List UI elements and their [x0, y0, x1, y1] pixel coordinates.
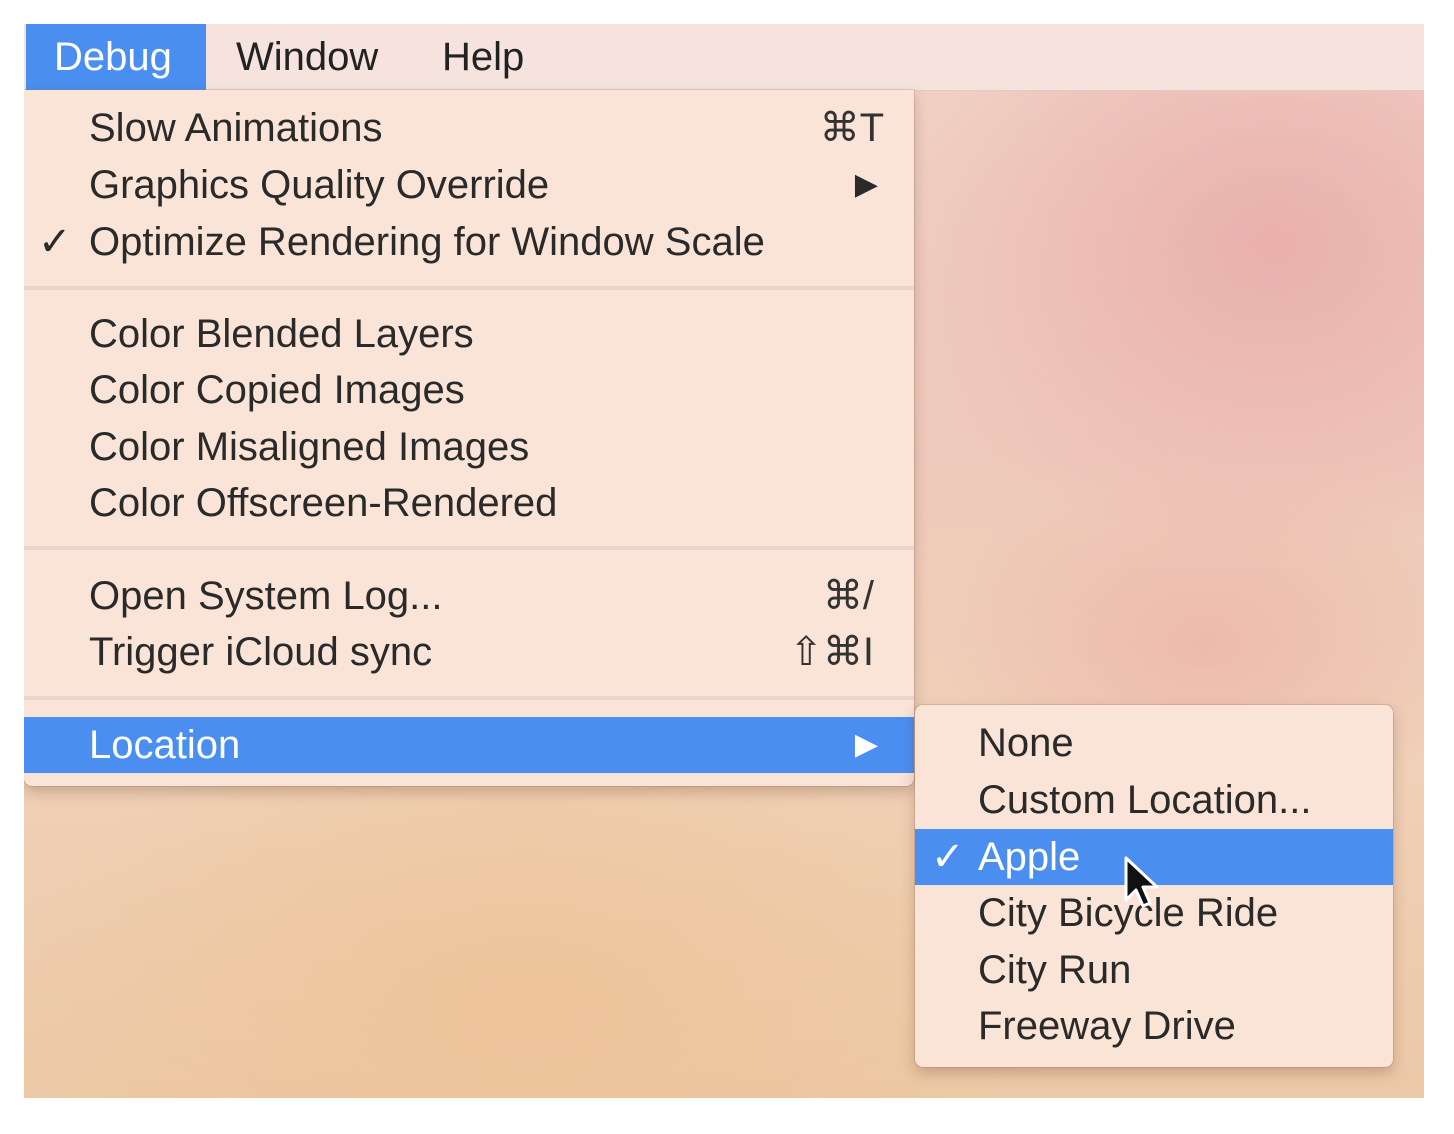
menu-bar: Debug Window Help: [24, 24, 1424, 91]
menu-item-label: Color Copied Images: [89, 368, 465, 412]
shortcut-label: ⇧⌘I: [789, 630, 874, 674]
menu-item-label: Slow Animations: [89, 106, 383, 150]
menu-item-color-copied-images[interactable]: Color Copied Images: [24, 362, 914, 418]
checkmark-icon: ✓: [931, 835, 965, 879]
menu-item-color-blended-layers[interactable]: Color Blended Layers: [24, 306, 914, 362]
submenu-arrow-icon: ▶: [854, 168, 878, 201]
menu-item-label: Color Offscreen-Rendered: [89, 481, 558, 525]
mouse-pointer-icon: [1124, 856, 1159, 908]
shortcut-label: ⌘T: [819, 106, 884, 150]
menu-window[interactable]: Window: [208, 24, 406, 90]
menu-item-label: Trigger iCloud sync: [89, 630, 433, 674]
menu-item-slow-animations[interactable]: Slow Animations ⌘T: [24, 100, 914, 156]
menu-separator: [24, 546, 914, 550]
menu-item-label: Optimize Rendering for Window Scale: [89, 220, 765, 264]
submenu-arrow-icon: ▶: [854, 728, 878, 761]
menu-item-graphics-quality-override[interactable]: Graphics Quality Override ▶: [24, 157, 914, 213]
menu-item-label: Color Blended Layers: [89, 312, 474, 356]
checkmark-icon: ✓: [38, 220, 72, 264]
menu-item-optimize-rendering[interactable]: ✓ Optimize Rendering for Window Scale: [24, 214, 914, 270]
menu-item-label: Graphics Quality Override: [89, 163, 550, 207]
shortcut-label: ⌘/: [822, 574, 874, 618]
menu-item-label: Open System Log...: [89, 574, 443, 618]
menu-item-label: Apple: [978, 835, 1081, 879]
menu-item-label: Custom Location...: [978, 778, 1312, 822]
menu-debug[interactable]: Debug: [26, 24, 206, 90]
menu-item-label: Freeway Drive: [978, 1004, 1236, 1048]
submenu-item-none[interactable]: None: [915, 715, 1393, 771]
desktop-background: Debug Window Help Slow Animations ⌘T Gra…: [24, 24, 1424, 1098]
menu-item-color-misaligned-images[interactable]: Color Misaligned Images: [24, 419, 914, 475]
debug-menu: Slow Animations ⌘T Graphics Quality Over…: [24, 90, 914, 786]
menu-help[interactable]: Help: [414, 24, 552, 90]
menu-item-label: City Run: [978, 948, 1132, 992]
menu-item-location[interactable]: Location ▶: [24, 717, 914, 773]
submenu-item-freeway-drive[interactable]: Freeway Drive: [915, 998, 1393, 1054]
submenu-item-city-run[interactable]: City Run: [915, 942, 1393, 998]
menu-item-color-offscreen-rendered[interactable]: Color Offscreen-Rendered: [24, 475, 914, 531]
menu-item-trigger-icloud-sync[interactable]: Trigger iCloud sync ⇧⌘I: [24, 624, 914, 680]
menu-separator: [24, 286, 914, 290]
menu-item-label: Location: [89, 723, 241, 767]
menu-item-label: None: [978, 721, 1074, 765]
menu-item-label: Color Misaligned Images: [89, 425, 530, 469]
menu-item-open-system-log[interactable]: Open System Log... ⌘/: [24, 568, 914, 624]
menu-separator: [24, 696, 914, 700]
submenu-item-custom-location[interactable]: Custom Location...: [915, 772, 1393, 828]
